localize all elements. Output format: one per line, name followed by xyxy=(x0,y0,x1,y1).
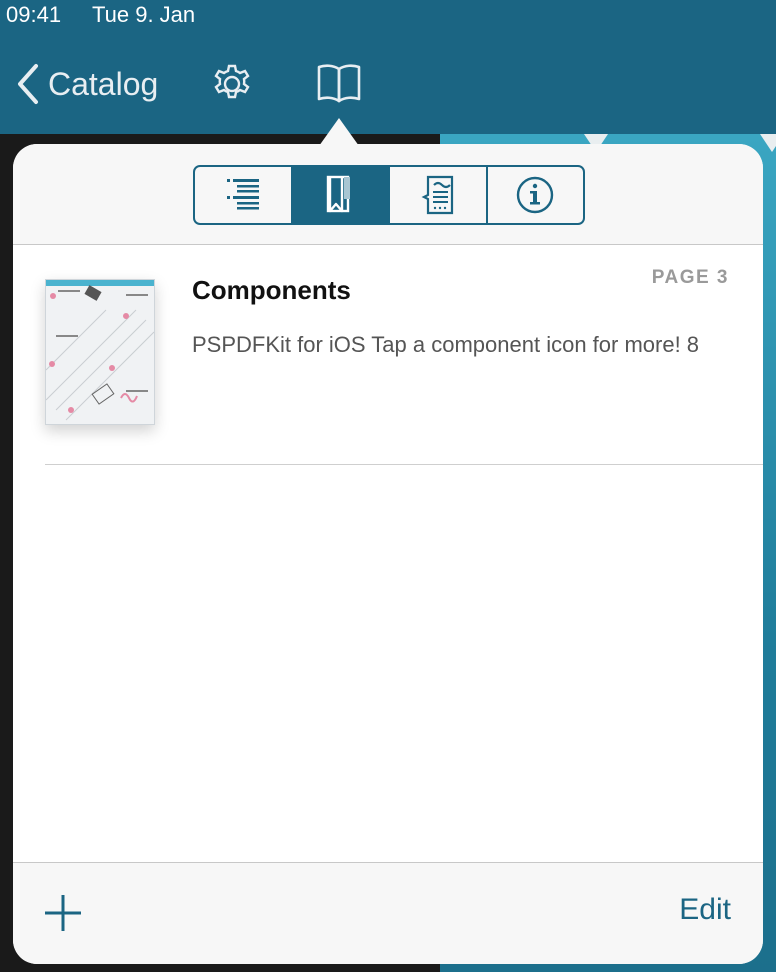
bookmark-page: PAGE 3 xyxy=(651,267,729,288)
list-icon xyxy=(226,179,259,210)
tab-annotations[interactable] xyxy=(390,167,488,223)
annotation-list-icon xyxy=(421,175,453,215)
navigation-bar: 09:41 Tue 9. Jan Catalog xyxy=(0,0,776,134)
status-date: Tue 9. Jan xyxy=(92,2,196,27)
bookmark-row[interactable]: Components PAGE 3 PSPDFKit for iOS Tap a… xyxy=(13,245,763,465)
popover-header xyxy=(13,144,763,245)
edit-button[interactable]: Edit xyxy=(679,893,731,927)
view-mode-segmented-control xyxy=(193,165,585,225)
bookmark-description: PSPDFKit for iOS Tap a component icon fo… xyxy=(192,332,700,357)
bookmark-icon xyxy=(327,175,351,213)
bookmark-title: Components xyxy=(192,275,351,305)
outline-button[interactable] xyxy=(315,61,363,105)
back-button-label: Catalog xyxy=(48,65,159,102)
tab-info[interactable] xyxy=(488,167,584,223)
status-time: 09:41 xyxy=(6,2,62,27)
page-thumbnail xyxy=(45,279,155,425)
tab-bookmarks[interactable] xyxy=(292,167,390,223)
tab-outline[interactable] xyxy=(195,167,293,223)
chevron-left-icon xyxy=(18,64,38,104)
add-bookmark-button[interactable] xyxy=(43,893,83,933)
bookmarks-popover: Components PAGE 3 PSPDFKit for iOS Tap a… xyxy=(13,144,763,964)
popover-arrow xyxy=(319,118,359,146)
book-icon xyxy=(317,64,361,103)
popover-footer: Edit xyxy=(13,862,763,964)
plus-icon xyxy=(45,895,81,931)
gear-icon xyxy=(214,64,250,99)
row-divider xyxy=(45,464,763,465)
back-button[interactable]: Catalog xyxy=(14,58,158,110)
thumbnail-image xyxy=(46,280,154,421)
info-icon xyxy=(517,176,554,214)
settings-button[interactable] xyxy=(210,62,254,106)
